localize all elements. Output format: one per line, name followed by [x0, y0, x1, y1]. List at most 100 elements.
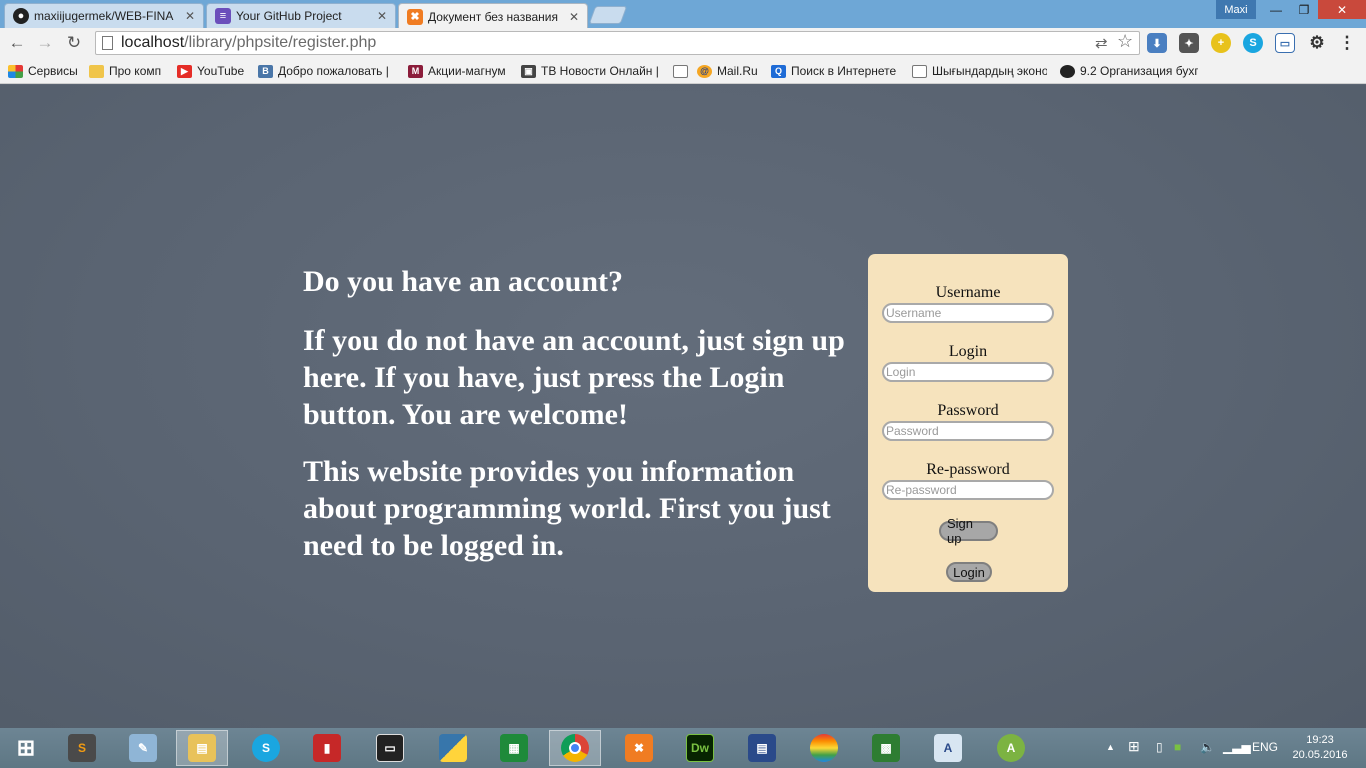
apps-grid-icon [8, 64, 23, 78]
url-host: localhost [121, 34, 185, 51]
url-path: /library/phpsite/register.php [184, 34, 377, 51]
reload-icon[interactable]: ↻ [63, 32, 85, 54]
taskbar-translator[interactable]: A [922, 730, 974, 766]
repassword-input[interactable] [882, 480, 1054, 500]
bookmark-search[interactable]: Q Поиск в Интернете [771, 62, 896, 80]
taskbar-notes[interactable]: ✎ [117, 730, 169, 766]
bookmark-untitled[interactable] [673, 62, 693, 80]
tab-github-project[interactable]: ≡ Your GitHub Project ✕ [206, 3, 396, 28]
bookmark-label: YouTube [197, 64, 245, 78]
taskbar-python[interactable] [427, 730, 479, 766]
page-info-icon[interactable] [102, 36, 113, 50]
translate-icon[interactable]: ⇄ [1095, 34, 1108, 52]
magnum-icon: M [408, 64, 423, 78]
taskbar-puzzle[interactable]: ▩ [860, 730, 912, 766]
close-icon[interactable]: ✕ [185, 9, 195, 23]
nvidia-icon[interactable]: ■ [1174, 740, 1181, 754]
tray-expand-icon[interactable]: ▲ [1106, 742, 1115, 752]
taskbar-calculator[interactable]: ▦ [488, 730, 540, 766]
bookmark-vk[interactable]: B Добро пожаловать | [258, 62, 398, 80]
bookmark-magnum[interactable]: M Акции-магнум [408, 62, 506, 80]
close-icon[interactable]: ✕ [569, 10, 579, 24]
cast-icon[interactable]: ▭ [1275, 33, 1295, 53]
dreamweaver-icon: Dw [686, 734, 714, 762]
taskbar-save[interactable]: ▤ [736, 730, 788, 766]
mailru-icon: @ [697, 64, 712, 78]
bookmark-label: ТВ Новости Онлайн | [541, 64, 659, 78]
back-icon[interactable]: ← [6, 32, 28, 54]
taskbar-rainbow-app[interactable] [798, 730, 850, 766]
password-label: Password [937, 402, 999, 419]
network-icon[interactable]: ▁▃▅ [1223, 740, 1251, 754]
language-indicator[interactable]: ENG [1252, 740, 1278, 754]
bookmark-services[interactable]: Сервисы [8, 62, 78, 80]
globe-icon [1060, 64, 1075, 78]
taskbar-chrome[interactable] [549, 730, 601, 766]
battery-icon[interactable]: ▯ [1156, 740, 1163, 754]
bookmark-label: Добро пожаловать | [278, 64, 389, 78]
windows-logo-icon: ⊞ [16, 735, 36, 760]
bookmark-economy[interactable]: Шығындардың эконо [912, 62, 1047, 80]
taskbar-android-studio[interactable]: A [985, 730, 1037, 766]
login-button[interactable]: Login [946, 562, 992, 582]
start-button[interactable]: ⊞ [0, 730, 52, 766]
intro-text: Do you have an account? If you do not ha… [303, 263, 848, 584]
bookmark-star-icon[interactable]: ☆ [1117, 31, 1133, 52]
password-input[interactable] [882, 421, 1054, 441]
settings-gear-icon[interactable]: ⚙ [1307, 33, 1327, 53]
bookmark-pro-komp[interactable]: Про комп [89, 62, 161, 80]
clock-date: 20.05.2016 [1292, 749, 1348, 761]
download-icon[interactable]: ⬇ [1147, 33, 1167, 53]
bookmark-youtube[interactable]: ▶ YouTube [177, 62, 244, 80]
sublime-text-icon: S [68, 734, 96, 762]
minimize-icon[interactable]: — [1262, 0, 1290, 19]
sign-up-button[interactable]: Sign up [939, 516, 998, 546]
new-tab-button[interactable] [588, 6, 628, 24]
forward-icon[interactable]: → [34, 32, 56, 54]
bookmark-label: Акции-магнум [428, 64, 506, 78]
bookmark-label: Mail.Ru [717, 64, 758, 78]
bookmark-label: Про комп [109, 64, 162, 78]
menu-icon[interactable]: ⋮ [1337, 33, 1357, 53]
taskbar-book[interactable]: ▮ [301, 730, 353, 766]
taskbar-dreamweaver[interactable]: Dw [674, 730, 726, 766]
bookmarks-bar: Сервисы Про комп ▶ YouTube B Добро пожал… [0, 58, 1366, 84]
intro-paragraph-signup: If you do not have an account, just sign… [303, 324, 845, 431]
extension-badge-icon[interactable]: + [1211, 33, 1231, 53]
bookmark-accounting[interactable]: 9.2 Организация бухг [1060, 62, 1198, 80]
repassword-label: Re-password [926, 461, 1010, 478]
python-icon [439, 734, 467, 762]
bookmark-label: Поиск в Интернете [791, 64, 897, 78]
skype-icon[interactable]: S [1243, 33, 1263, 53]
tab-github[interactable]: ● maxiijugermek/WEB-FINA ✕ [4, 3, 204, 28]
volume-icon[interactable]: 🔈 [1200, 740, 1215, 754]
tv-icon: ▣ [521, 64, 536, 78]
taskbar-terminal[interactable]: ▭ [364, 730, 416, 766]
book-icon: ▮ [313, 734, 341, 762]
bookmark-mailru[interactable]: @ Mail.Ru [697, 62, 758, 80]
action-center-icon[interactable]: ⊞ [1128, 738, 1140, 755]
page-icon [673, 64, 688, 78]
terminal-icon: ▭ [376, 734, 404, 762]
login-input[interactable] [882, 362, 1054, 382]
profile-button[interactable]: Maxi [1216, 0, 1256, 19]
tab-current-document[interactable]: ✖ Документ без названия ✕ [398, 3, 588, 29]
tab-label: Your GitHub Project [236, 9, 342, 23]
extension-icon[interactable]: ✦ [1179, 33, 1199, 53]
bookmark-tv-news[interactable]: ▣ ТВ Новости Онлайн | [521, 62, 661, 80]
close-window-icon[interactable]: ✕ [1318, 0, 1366, 19]
taskbar-xampp[interactable]: ✖ [613, 730, 665, 766]
windows-taskbar: ⊞ S ✎ ▤ S ▮ ▭ ▦ ✖ Dw ▤ ▩ A A ▲ ⊞ ▯ ■ 🔈 ▁… [0, 728, 1366, 768]
username-input[interactable] [882, 303, 1054, 323]
restore-icon[interactable]: ❐ [1290, 0, 1318, 19]
xampp-icon: ✖ [625, 734, 653, 762]
taskbar-skype[interactable]: S [240, 730, 292, 766]
close-icon[interactable]: ✕ [377, 9, 387, 23]
taskbar-explorer[interactable]: ▤ [176, 730, 228, 766]
taskbar-sublime[interactable]: S [56, 730, 108, 766]
puzzle-app-icon: ▩ [872, 734, 900, 762]
file-explorer-icon: ▤ [188, 734, 216, 762]
address-bar[interactable]: localhost/library/phpsite/register.php [95, 31, 1140, 55]
rainbow-app-icon [810, 734, 838, 762]
clock[interactable]: 19:23 20.05.2016 [1290, 733, 1350, 763]
